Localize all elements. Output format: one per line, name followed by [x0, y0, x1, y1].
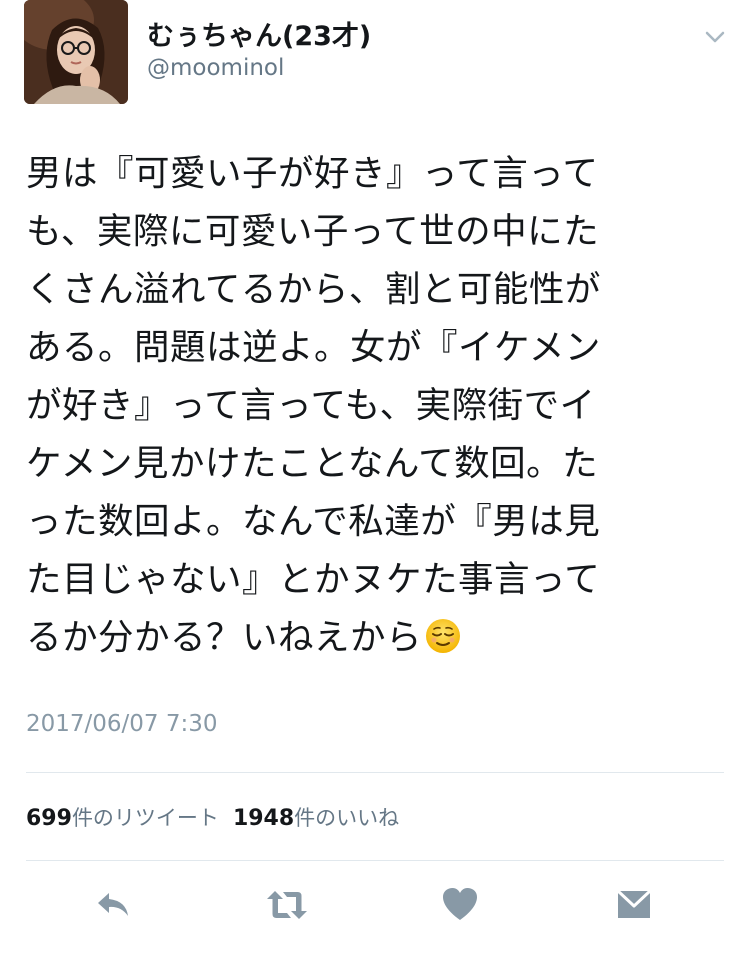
- tweet-text-line: 男は『可愛い子が好き』って言って: [26, 153, 599, 194]
- avatar-photo: [24, 0, 128, 104]
- retweet-button[interactable]: [262, 880, 312, 930]
- reply-icon: [98, 893, 128, 916]
- tweet-text-line: ある。問題は逆よ。女が『イケメン: [26, 327, 601, 368]
- tweet-text-line: くさん溢れてるから、割と可能性が: [26, 269, 601, 310]
- envelope-icon: [616, 889, 652, 918]
- like-count-label: 件のいいね: [294, 806, 400, 830]
- reply-button[interactable]: [88, 880, 138, 930]
- tweet-text-line: ケメン見かけたことなんて数回。た: [26, 443, 599, 484]
- relieved-face-emoji-icon: [424, 615, 462, 653]
- display-name[interactable]: むぅちゃん(23才): [147, 14, 371, 53]
- divider: [26, 860, 724, 861]
- avatar[interactable]: [24, 0, 128, 104]
- divider: [26, 772, 724, 773]
- tweet-text-line: るか分かる？いねえから: [26, 617, 423, 658]
- like-stat[interactable]: 1948件のいいね: [232, 806, 400, 831]
- tweet-stats: 699件のリツイート 1948件のいいね: [26, 802, 399, 832]
- chevron-down-icon[interactable]: [700, 22, 730, 52]
- like-button[interactable]: [435, 880, 485, 930]
- tweet-text-line: た目じゃない』とかヌケた事言って: [26, 559, 601, 600]
- direct-message-button[interactable]: [609, 880, 659, 930]
- retweet-count: 699: [26, 806, 72, 831]
- tweet-timestamp[interactable]: 2017/06/07 7:30: [26, 711, 218, 737]
- tweet-text: 男は『可愛い子が好き』って言って も、実際に可愛い子って世の中にた くさん溢れて…: [26, 145, 726, 667]
- tweet-detail: むぅちゃん(23才) @moominol 男は『可愛い子が好き』って言って も、…: [0, 0, 750, 955]
- tweet-text-line: も、実際に可愛い子って世の中にた: [26, 211, 600, 252]
- user-handle[interactable]: @moominol: [147, 55, 284, 81]
- retweet-count-label: 件のリツイート: [71, 806, 219, 830]
- retweet-icon: [267, 891, 307, 919]
- heart-icon: [443, 888, 477, 920]
- tweet-text-line-last: るか分かる？いねえから: [26, 609, 726, 667]
- tweet-text-line: った数回よ。なんで私達が『男は見: [26, 501, 601, 542]
- like-count: 1948: [232, 806, 295, 831]
- tweet-actions: [0, 880, 750, 930]
- retweet-stat[interactable]: 699件のリツイート: [26, 806, 219, 831]
- tweet-text-line: が好き』って言っても、実際街でイ: [26, 385, 596, 426]
